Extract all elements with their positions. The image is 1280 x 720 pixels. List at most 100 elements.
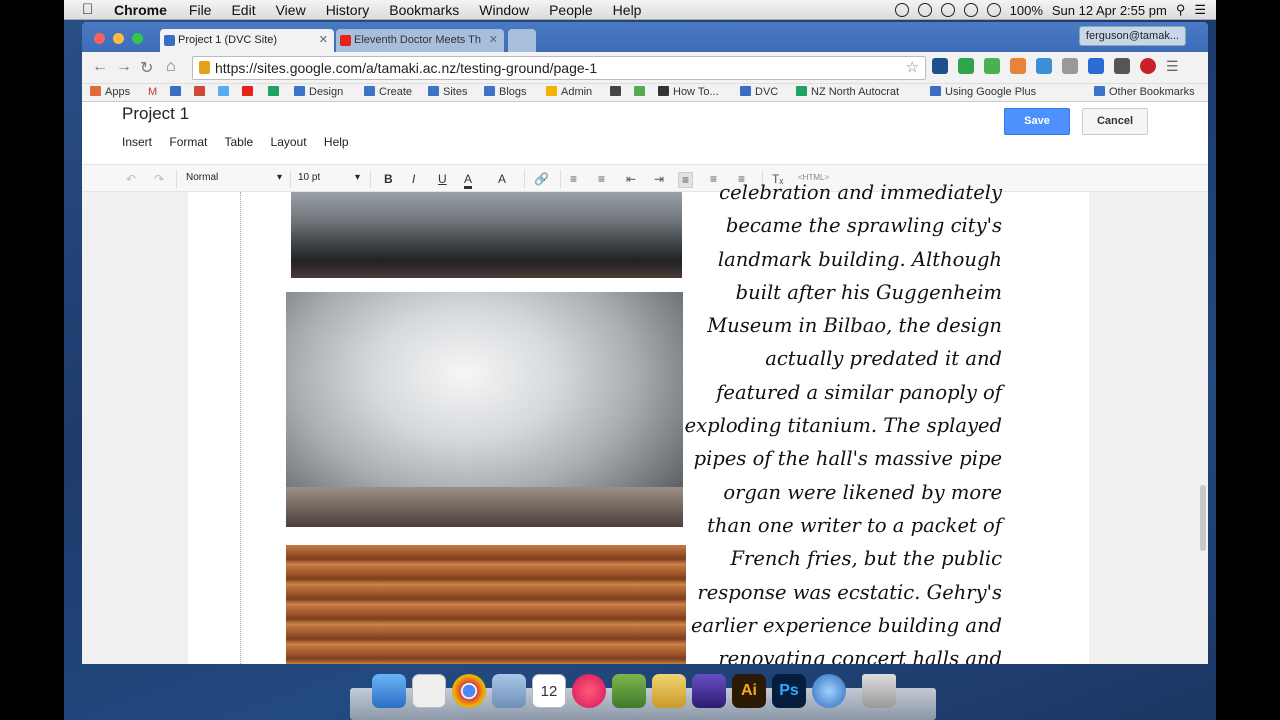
launchpad-icon[interactable] — [412, 674, 446, 708]
profile-button[interactable]: ferguson@tamak... — [1078, 26, 1186, 46]
numbered-list-icon[interactable]: ≡ — [570, 172, 577, 186]
concert-hall-ceiling-image[interactable] — [286, 545, 686, 664]
clock[interactable]: Sun 12 Apr 2:55 pm — [1052, 3, 1167, 18]
drive-icon[interactable] — [958, 58, 974, 74]
menu-app-name[interactable]: Chrome — [114, 2, 167, 18]
reload-icon[interactable]: ↻ — [140, 58, 153, 78]
menu-format[interactable]: Format — [169, 135, 207, 149]
home-icon[interactable]: ⌂ — [166, 58, 176, 76]
pinterest-icon[interactable] — [1140, 58, 1156, 74]
bookmark-blogs[interactable]: Blogs — [484, 86, 527, 98]
close-tab-icon[interactable]: ✕ — [319, 29, 328, 52]
menu-window[interactable]: Window — [479, 2, 529, 18]
close-window-icon[interactable] — [94, 33, 105, 44]
menu-view[interactable]: View — [276, 2, 306, 18]
bookmark-icon[interactable] — [634, 86, 649, 98]
trash-icon[interactable] — [862, 674, 896, 708]
increase-indent-icon[interactable]: ⇥ — [654, 172, 664, 186]
chrome-menu-icon[interactable]: ☰ — [1166, 58, 1182, 74]
bookmark-other[interactable]: Other Bookmarks — [1094, 86, 1195, 98]
menu-help[interactable]: Help — [613, 2, 642, 18]
menu-help[interactable]: Help — [324, 135, 349, 149]
bookmark-admin[interactable]: Admin — [546, 86, 592, 98]
link-icon[interactable]: 🔗 — [534, 172, 549, 186]
battery-percent[interactable]: 100% — [1010, 3, 1043, 18]
twitter-icon[interactable] — [218, 86, 233, 98]
menu-table[interactable]: Table — [225, 135, 254, 149]
bookmark-icon[interactable] — [610, 86, 625, 98]
bookmark-apps[interactable]: Apps — [90, 86, 130, 98]
illustrator-icon[interactable]: Ai — [732, 674, 766, 708]
photoshop-icon[interactable]: Ps — [772, 674, 806, 708]
address-bar[interactable]: https://sites.google.com/a/tamaki.ac.nz/… — [192, 56, 926, 80]
chrome-icon[interactable] — [452, 674, 486, 708]
forward-icon[interactable]: → — [116, 58, 132, 76]
redo-icon[interactable]: ↷ — [154, 172, 164, 186]
notification-icon[interactable] — [940, 3, 955, 17]
style-select[interactable]: Normal ▾ — [186, 172, 282, 183]
spotlight-icon[interactable]: ⚲ — [1176, 2, 1186, 18]
maximize-window-icon[interactable] — [132, 33, 143, 44]
bookmark-star-icon[interactable]: ☆ — [906, 57, 919, 79]
cast-icon[interactable] — [1062, 58, 1078, 74]
bookmark-how-to[interactable]: How To... — [658, 86, 719, 98]
underline-icon[interactable]: U — [438, 172, 447, 186]
notes-icon[interactable] — [652, 674, 686, 708]
apple-icon[interactable]:  — [82, 1, 98, 18]
page-scrollbar[interactable] — [1200, 485, 1206, 551]
bookmark-sites[interactable]: Sites — [428, 86, 467, 98]
iphoto-icon[interactable] — [612, 674, 646, 708]
extension-icon[interactable] — [984, 58, 1000, 74]
tab-project-1[interactable]: Project 1 (DVC Site) ✕ — [160, 29, 334, 52]
save-button[interactable]: Save — [1004, 108, 1070, 135]
drive-icon[interactable] — [268, 86, 283, 98]
close-tab-icon[interactable]: ✕ — [489, 29, 498, 52]
menu-layout[interactable]: Layout — [271, 135, 307, 149]
menu-people[interactable]: People — [549, 2, 593, 18]
gmail-icon[interactable]: M — [148, 86, 157, 98]
bulleted-list-icon[interactable]: ≡ — [598, 172, 605, 186]
notification-center-icon[interactable]: ☰ — [1194, 2, 1206, 18]
finder-icon[interactable] — [372, 674, 406, 708]
film-icon[interactable] — [1114, 58, 1130, 74]
new-tab-button[interactable] — [508, 29, 536, 52]
wifi-icon[interactable] — [963, 3, 978, 17]
google-plus-icon[interactable] — [194, 86, 209, 98]
menu-edit[interactable]: Edit — [231, 2, 255, 18]
italic-icon[interactable]: I — [412, 172, 415, 186]
youtube-icon[interactable] — [242, 86, 257, 98]
bookmark-design[interactable]: Design — [294, 86, 343, 98]
menu-file[interactable]: File — [189, 2, 212, 18]
font-size-select[interactable]: 10 pt ▾ — [298, 172, 360, 183]
imovie-icon[interactable] — [692, 674, 726, 708]
itunes-icon[interactable] — [572, 674, 606, 708]
undo-icon[interactable]: ↶ — [126, 172, 136, 186]
menu-bookmarks[interactable]: Bookmarks — [389, 2, 459, 18]
diamond-icon[interactable] — [1036, 58, 1052, 74]
record-icon[interactable] — [894, 3, 909, 17]
bookmark-nz-north[interactable]: NZ North Autocrat — [796, 86, 912, 98]
highlight-color-icon[interactable]: A — [498, 172, 506, 186]
concert-hall-exterior-image[interactable] — [291, 192, 682, 278]
bookmark-create[interactable]: Create — [364, 86, 412, 98]
extension-icon[interactable] — [1088, 58, 1104, 74]
decrease-indent-icon[interactable]: ⇤ — [626, 172, 636, 186]
menu-insert[interactable]: Insert — [122, 135, 152, 149]
tab-eleventh-doctor[interactable]: Eleventh Doctor Meets Th ✕ — [336, 29, 504, 52]
concert-hall-lobby-image[interactable] — [286, 292, 683, 527]
bookmark-dvc[interactable]: DVC — [740, 86, 778, 98]
cancel-button[interactable]: Cancel — [1082, 108, 1148, 135]
volume-icon[interactable] — [986, 3, 1001, 17]
bookmark-google-plus[interactable]: Using Google Plus — [930, 86, 1048, 98]
calendar-icon[interactable]: 12 — [532, 674, 566, 708]
text-color-icon[interactable]: A — [464, 172, 473, 189]
dropbox-icon[interactable] — [917, 3, 932, 17]
article-text[interactable]: celebration and immediately became the s… — [682, 176, 1002, 664]
extension-icon[interactable] — [932, 58, 948, 74]
mail-icon[interactable] — [492, 674, 526, 708]
extension-icon[interactable] — [1010, 58, 1026, 74]
menu-history[interactable]: History — [326, 2, 370, 18]
calendar-icon[interactable] — [170, 86, 185, 98]
minimize-window-icon[interactable] — [113, 33, 124, 44]
bold-icon[interactable]: B — [384, 172, 393, 186]
